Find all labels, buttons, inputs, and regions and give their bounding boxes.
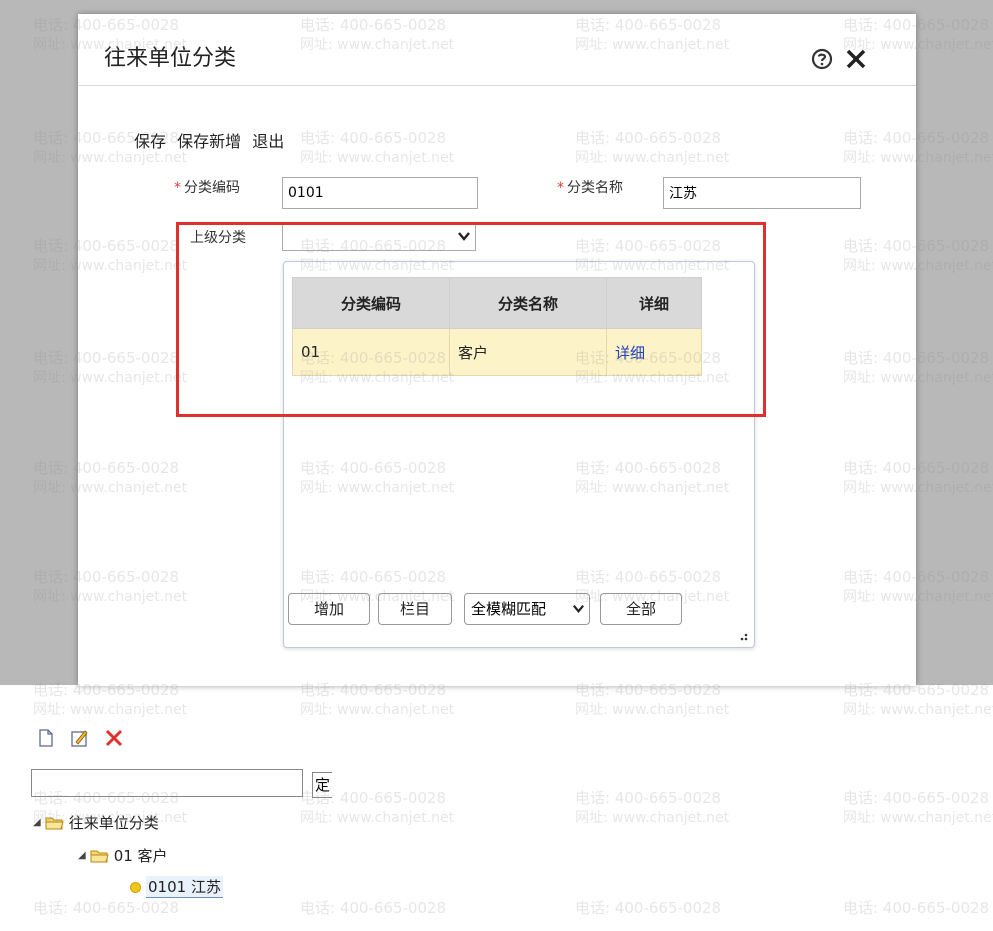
exit-button[interactable]: 退出 <box>252 132 284 151</box>
tree-search-button[interactable]: 定 <box>312 772 332 798</box>
open-folder-icon <box>90 850 109 862</box>
match-mode-select[interactable]: 全模糊匹配 <box>464 593 590 625</box>
collapse-triangle-icon[interactable]: ◢ <box>78 850 86 861</box>
tree-node-child[interactable]: ◢ 01 客户 <box>78 845 168 866</box>
open-folder-icon <box>45 817 64 829</box>
highlight-box <box>176 222 766 417</box>
collapse-triangle-icon[interactable]: ◢ <box>33 817 41 828</box>
tree-search-input[interactable] <box>31 769 303 797</box>
help-icon[interactable] <box>811 48 833 70</box>
all-button[interactable]: 全部 <box>600 593 682 625</box>
tree-node-leaf[interactable]: 0101 江苏 <box>130 876 223 898</box>
resize-grip-icon[interactable] <box>738 631 748 641</box>
chevron-down-icon[interactable] <box>572 602 585 615</box>
add-button[interactable]: 增加 <box>288 593 370 625</box>
name-label: * 分类名称 <box>557 180 623 196</box>
tree-node-label: 往来单位分类 <box>68 814 159 832</box>
tree-node-label: 01 客户 <box>113 847 168 865</box>
delete-icon[interactable] <box>104 728 124 748</box>
edit-icon[interactable] <box>70 728 90 748</box>
close-icon[interactable] <box>843 46 869 72</box>
title-divider <box>78 85 916 86</box>
tree-node-root[interactable]: ◢ 往来单位分类 <box>33 812 159 833</box>
code-field[interactable] <box>282 177 478 209</box>
code-label: * 分类编码 <box>174 180 240 196</box>
tree-node-label-selected: 0101 江苏 <box>146 876 223 898</box>
dialog-toolbar: 保存 保存新增 退出 <box>134 128 290 152</box>
name-field[interactable] <box>663 177 861 209</box>
save-button[interactable]: 保存 <box>134 132 166 151</box>
columns-button[interactable]: 栏目 <box>378 593 452 625</box>
new-document-icon[interactable] <box>36 728 56 748</box>
save-new-button[interactable]: 保存新增 <box>177 132 241 151</box>
required-mark: * <box>174 180 181 196</box>
dialog-title: 往来单位分类 <box>104 46 237 71</box>
required-mark: * <box>557 180 564 196</box>
leaf-dot-icon <box>130 881 141 893</box>
